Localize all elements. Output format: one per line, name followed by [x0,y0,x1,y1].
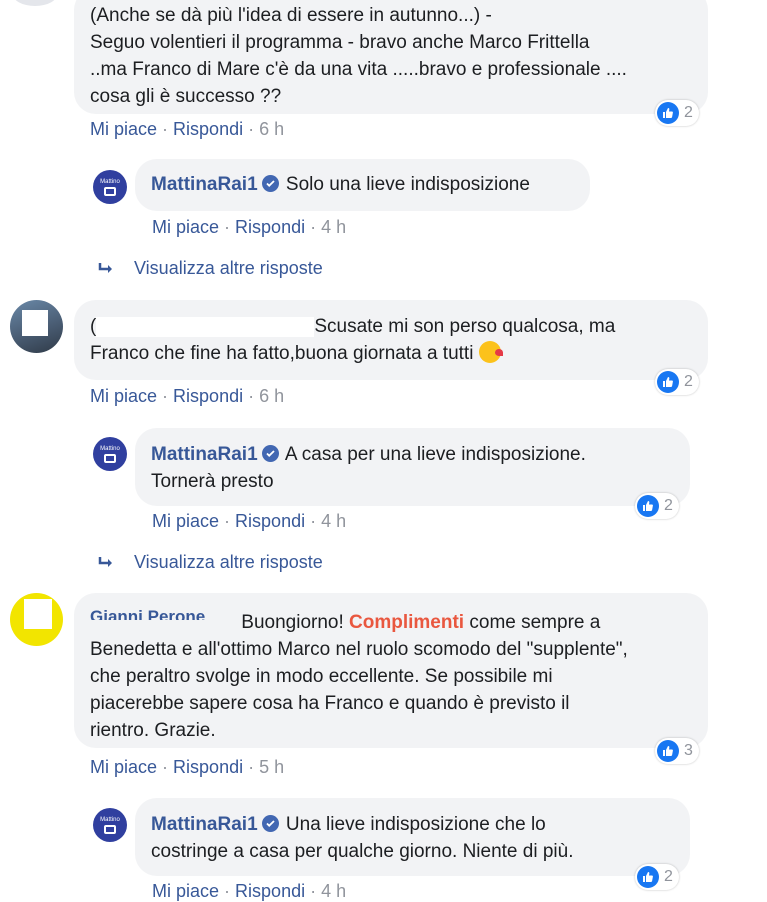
comment-text-line: Seguo volentieri il programma - bravo an… [90,32,590,53]
reaction-count[interactable]: 2 [655,100,699,126]
comment-text-line: (Anche se dà più l'idea di essere in aut… [90,5,492,26]
like-link[interactable]: Mi piace [152,881,219,901]
mattinarai1-avatar[interactable]: Mattino [93,170,127,204]
reply-author[interactable]: MattinaRai1 [151,444,258,465]
timestamp[interactable]: 6 h [259,386,284,406]
timestamp[interactable]: 4 h [321,511,346,531]
reaction-count[interactable]: 2 [635,864,679,890]
reply-author[interactable]: MattinaRai1 [151,814,258,835]
like-link[interactable]: Mi piace [90,119,157,139]
view-more-replies[interactable]: Visualizza altre risposte [98,258,323,279]
reply-actions: Mi piace · Rispondi · 4 h [152,881,347,901]
reply-text: Una lieve indisposizione che lo [285,814,546,835]
comment-text-line: che peraltro svolge in modo eccellente. … [90,666,553,687]
like-reaction-icon [657,371,679,393]
avatar[interactable] [12,0,58,6]
reply-actions: Mi piace · Rispondi · 4 h [152,217,347,237]
like-reaction-icon [657,102,679,124]
comment-text-line: Franco che fine ha fatto,buona giornata … [90,343,474,364]
reply-text: Tornerà presto [151,471,274,492]
timestamp[interactable]: 6 h [259,119,284,139]
like-link[interactable]: Mi piace [90,386,157,406]
avatar[interactable] [10,593,63,646]
kiss-emoji-icon [478,341,503,363]
mattinarai1-avatar[interactable]: Mattino [93,808,127,842]
reply-actions: Mi piace · Rispondi · 4 h [152,511,347,531]
reply-text: Solo una lieve indisposizione [285,174,530,195]
reply-bubble: MattinaRai1 Solo una lieve indisposizion… [135,159,590,211]
reply-link[interactable]: Rispondi [173,386,243,406]
view-more-replies[interactable]: Visualizza altre risposte [98,552,323,573]
comment-text-lead: Buongiorno! [241,612,344,633]
like-link[interactable]: Mi piace [152,511,219,531]
author-name[interactable]: Gianni Perone [90,606,236,620]
like-link[interactable]: Mi piace [90,757,157,777]
timestamp[interactable]: 4 h [321,881,346,901]
reply-text: A casa per una lieve indisposizione. [284,444,586,465]
comment-text-line: Benedetta e all'ottimo Marco nel ruolo s… [90,639,628,660]
reply-arrow-icon [98,262,112,273]
reply-bubble: MattinaRai1 A casa per una lieve indispo… [135,428,690,506]
comment-text-line: ..ma Franco di Mare c'è da una vita ....… [90,59,627,80]
like-reaction-icon [637,866,659,888]
comment-bubble: (Scusate mi son perso qualcosa, ma Franc… [74,300,708,380]
comment-text-line: piacerebbe sapere cosa ha Franco e quand… [90,693,570,714]
comment-actions: Mi piace · Rispondi · 6 h [90,119,285,139]
reaction-count[interactable]: 2 [635,493,679,519]
reply-author[interactable]: MattinaRai1 [151,174,258,195]
comment-actions: Mi piace · Rispondi · 5 h [90,757,285,777]
timestamp[interactable]: 4 h [321,217,346,237]
reply-link[interactable]: Rispondi [173,757,243,777]
reply-text: costringe a casa per qualche giorno. Nie… [151,841,574,862]
reaction-count[interactable]: 3 [655,738,699,764]
reply-link[interactable]: Rispondi [235,217,305,237]
reply-link[interactable]: Rispondi [173,119,243,139]
comment-bubble: (Anche se dà più l'idea di essere in aut… [74,0,708,114]
comment-text-line: rientro. Grazie. [90,720,216,741]
reply-link[interactable]: Rispondi [235,511,305,531]
reply-link[interactable]: Rispondi [235,881,305,901]
verified-badge-icon [261,445,279,462]
like-link[interactable]: Mi piace [152,217,219,237]
like-reaction-icon [637,495,659,517]
reaction-count[interactable]: 2 [655,369,699,395]
verified-badge-icon [261,815,279,832]
comment-text-line: Scusate mi son perso qualcosa, ma [314,316,616,337]
comment-actions: Mi piace · Rispondi · 6 h [90,386,285,406]
comment-text-line: cosa gli è successo ?? [90,86,282,107]
like-reaction-icon [657,740,679,762]
highlight-word: Complimenti [349,612,465,633]
mattinarai1-avatar[interactable]: Mattino [93,437,127,471]
reply-arrow-icon [98,556,112,567]
comment-text-line: come sempre a [469,612,601,633]
timestamp[interactable]: 5 h [259,757,284,777]
verified-badge-icon [261,175,279,192]
reply-bubble: MattinaRai1 Una lieve indisposizione che… [135,798,690,876]
avatar[interactable] [10,300,63,353]
comment-bubble: Gianni Perone Buongiorno! Complimenti co… [74,593,708,748]
